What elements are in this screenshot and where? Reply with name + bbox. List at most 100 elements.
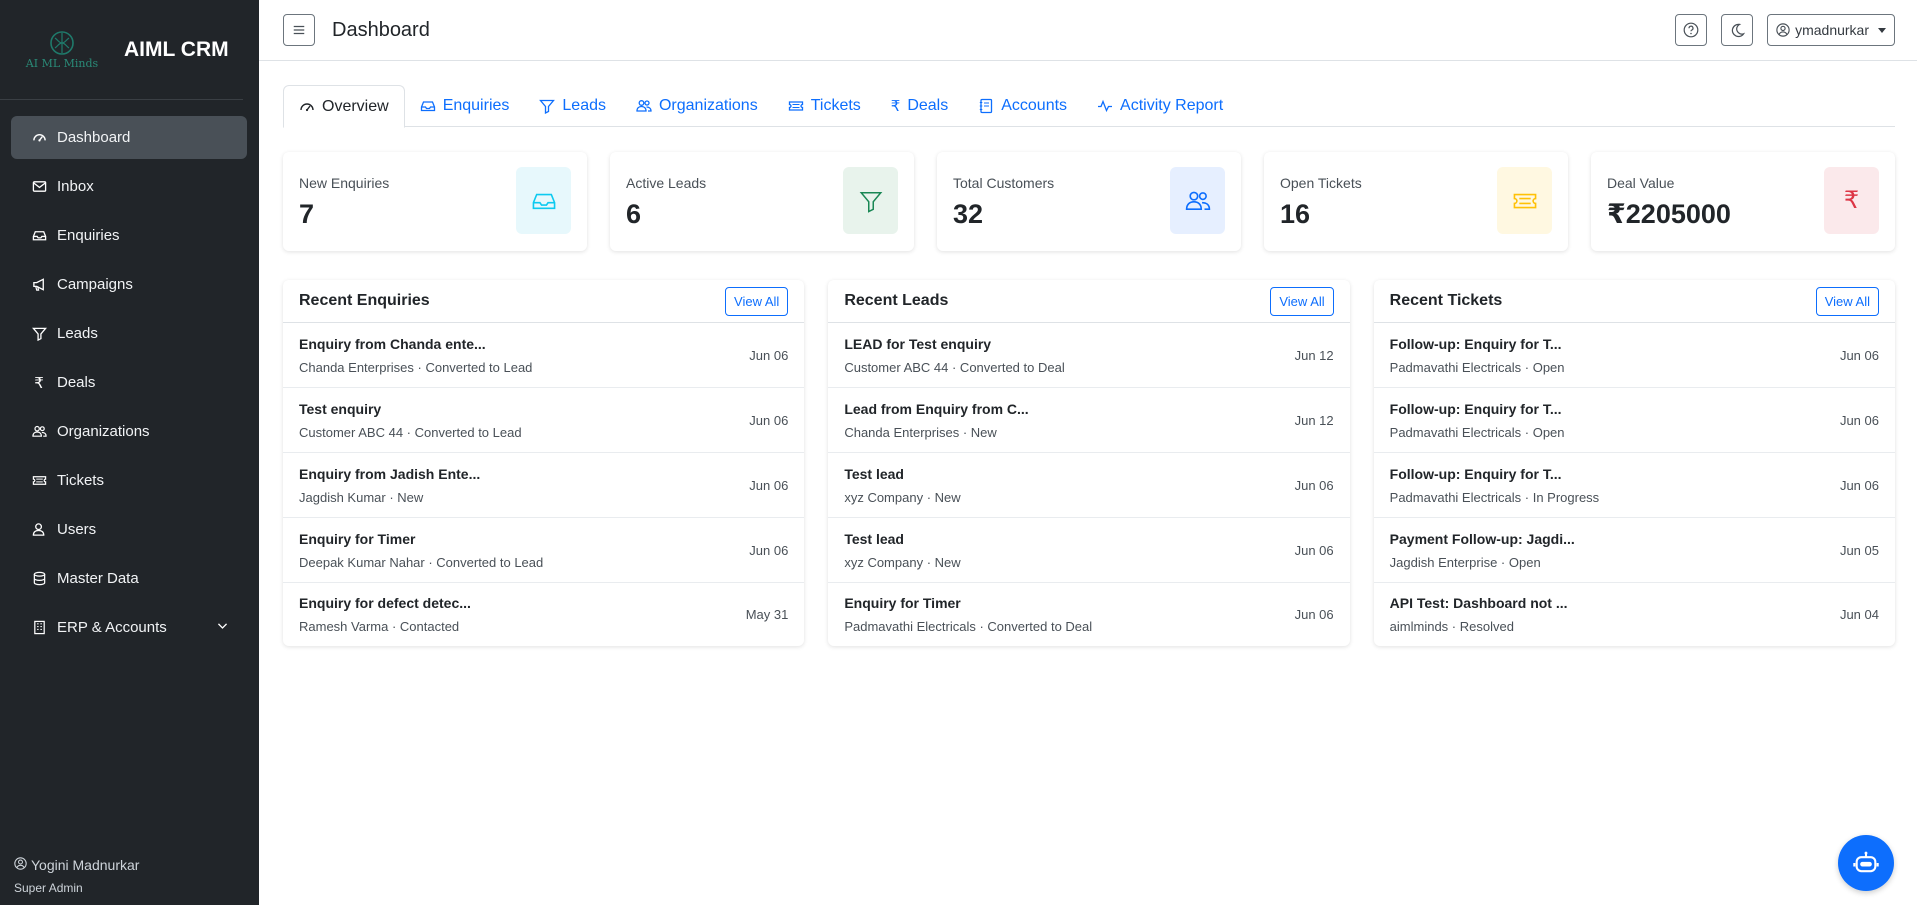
item-subtitle: Chanda Enterprises · New bbox=[844, 424, 997, 440]
user-circle-icon bbox=[1776, 23, 1790, 37]
stat-card-active-leads: Active Leads 6 bbox=[610, 152, 914, 251]
sidebar-item-label: Inbox bbox=[57, 178, 94, 195]
rupee-icon: ₹ bbox=[34, 374, 44, 392]
item-date: Jun 06 bbox=[1839, 347, 1879, 363]
item-date: Jun 06 bbox=[1839, 412, 1879, 428]
sidebar-item-label: Dashboard bbox=[57, 129, 131, 146]
sidebar-item-deals[interactable]: ₹ Deals bbox=[11, 361, 247, 404]
item-subtitle: Padmavathi Electricals · Open bbox=[1389, 359, 1565, 375]
item-subtitle: Chanda Enterprises · Converted to Lead bbox=[299, 359, 533, 375]
item-subtitle: Customer ABC 44 · Converted to Deal bbox=[844, 359, 1065, 375]
ticket-icon bbox=[788, 101, 803, 111]
item-title: Follow-up: Enquiry for T... bbox=[1389, 465, 1562, 482]
sidebar-item-enquiries[interactable]: Enquiries bbox=[11, 214, 247, 257]
item-title: Enquiry for Timer bbox=[299, 530, 416, 547]
funnel-icon bbox=[31, 326, 47, 342]
brand[interactable]: AI ML Minds AIML CRM bbox=[0, 0, 243, 100]
tab-enquiries[interactable]: Enquiries bbox=[405, 85, 525, 127]
database-icon bbox=[31, 571, 47, 587]
sidebar-item-label: Users bbox=[57, 521, 97, 538]
item-subtitle: Padmavathi Electricals · In Progress bbox=[1389, 489, 1600, 505]
list-item[interactable]: Test enquiry Customer ABC 44 · Converted … bbox=[283, 388, 805, 453]
sidebar: AI ML Minds AIML CRM Dashboard Inbox Enq… bbox=[0, 0, 259, 905]
item-subtitle: Customer ABC 44 · Converted to Lead bbox=[299, 424, 522, 440]
inbox-icon bbox=[31, 179, 47, 195]
item-date: Jun 12 bbox=[1294, 412, 1334, 428]
tab-tickets[interactable]: Tickets bbox=[773, 85, 876, 127]
username: ymadnurkar bbox=[1795, 22, 1869, 38]
tray-icon bbox=[516, 167, 571, 234]
list-item[interactable]: API Test: Dashboard not ... aimlminds · R… bbox=[1374, 583, 1895, 646]
tab-deals[interactable]: ₹ Deals bbox=[876, 85, 963, 127]
sidebar-item-inbox[interactable]: Inbox bbox=[11, 165, 247, 208]
app-name: AIML CRM bbox=[124, 37, 229, 61]
list-item[interactable]: Test lead xyz Company · New Jun 06 bbox=[828, 518, 1350, 583]
item-title: Enquiry for Timer bbox=[844, 595, 961, 611]
sidebar-item-dashboard[interactable]: Dashboard bbox=[11, 116, 247, 159]
sidebar-item-label: ERP & Accounts bbox=[57, 619, 167, 636]
user-menu-button[interactable]: ymadnurkar bbox=[1767, 14, 1895, 46]
view-all-button[interactable]: View All bbox=[1270, 286, 1334, 316]
people-icon bbox=[1170, 167, 1225, 234]
item-subtitle: Deepak Kumar Nahar · Converted to Lead bbox=[299, 554, 544, 570]
user-name: Yogini Madnurkar bbox=[31, 857, 140, 873]
list-item[interactable]: Enquiry for Timer Deepak Kumar Nahar · Co… bbox=[283, 518, 805, 583]
tab-label: Tickets bbox=[810, 97, 861, 114]
list-item[interactable]: Follow-up: Enquiry for T... Padmavathi El… bbox=[1373, 453, 1895, 518]
people-icon bbox=[31, 424, 47, 440]
tab-leads[interactable]: Leads bbox=[524, 85, 621, 127]
item-title: Enquiry from Jadish Ente... bbox=[299, 465, 481, 482]
funnel-icon bbox=[539, 99, 556, 114]
tab-overview[interactable]: Overview bbox=[283, 85, 405, 128]
item-title: Enquiry for defect detec... bbox=[299, 595, 471, 611]
sidebar-item-label: Master Data bbox=[57, 570, 139, 587]
item-date: Jun 06 bbox=[1839, 477, 1879, 493]
list-item[interactable]: Test lead xyz Company · New Jun 06 bbox=[828, 453, 1350, 518]
view-all-button[interactable]: View All bbox=[1815, 286, 1879, 316]
item-title: Follow-up: Enquiry for T... bbox=[1389, 335, 1562, 352]
recent-panels: Recent Enquiries View All Enquiry from C… bbox=[283, 280, 1895, 646]
sidebar-item-leads[interactable]: Leads bbox=[11, 312, 247, 355]
panel-title: Recent Enquiries bbox=[299, 292, 430, 309]
top-bar: Dashboard ymadnurkar bbox=[259, 0, 1917, 61]
sidebar-item-erp-accounts[interactable]: ERP & Accounts bbox=[11, 606, 247, 649]
stat-card-total-customers: Total Customers 32 bbox=[937, 152, 1241, 251]
sidebar-item-label: Tickets bbox=[57, 472, 104, 489]
sidebar-item-label: Leads bbox=[57, 325, 98, 342]
list-item[interactable]: Payment Follow-up: Jagdi... Jagdish Enter… bbox=[1373, 518, 1895, 583]
sidebar-item-users[interactable]: Users bbox=[11, 508, 247, 551]
item-subtitle: xyz Company · New bbox=[844, 554, 961, 570]
theme-toggle-button[interactable] bbox=[1721, 14, 1754, 46]
tab-activity-report[interactable]: Activity Report bbox=[1082, 85, 1238, 127]
sidebar-item-organizations[interactable]: Organizations bbox=[11, 410, 247, 453]
brain-icon bbox=[50, 30, 74, 55]
chevron-down-icon[interactable] bbox=[216, 619, 229, 636]
item-date: Jun 06 bbox=[1294, 542, 1334, 558]
list-item[interactable]: Lead from Enquiry from C... Chanda Enterp… bbox=[828, 388, 1350, 453]
sidebar-item-label: Organizations bbox=[57, 423, 150, 440]
rupee-icon: ₹ bbox=[890, 98, 901, 115]
list-item[interactable]: Enquiry from Chanda ente... Chanda Enterp… bbox=[283, 323, 805, 388]
view-all-button[interactable]: View All bbox=[725, 286, 789, 316]
tab-accounts[interactable]: Accounts bbox=[963, 85, 1082, 127]
help-button[interactable] bbox=[1675, 14, 1708, 46]
chatbot-button[interactable] bbox=[1838, 835, 1894, 891]
item-subtitle: Ramesh Varma · Contacted bbox=[299, 619, 460, 634]
list-item[interactable]: Follow-up: Enquiry for T... Padmavathi El… bbox=[1373, 323, 1895, 388]
activity-icon bbox=[1098, 99, 1113, 113]
sidebar-item-master-data[interactable]: Master Data bbox=[11, 557, 247, 600]
list-item[interactable]: Enquiry for Timer Padmavathi Electricals … bbox=[828, 583, 1349, 646]
list-item[interactable]: LEAD for Test enquiry Customer ABC 44 · C… bbox=[828, 323, 1350, 388]
sidebar-item-tickets[interactable]: Tickets bbox=[11, 459, 247, 502]
item-date: Jun 12 bbox=[1294, 347, 1334, 363]
sidebar-item-campaigns[interactable]: Campaigns bbox=[11, 263, 247, 306]
recent-leads-panel: Recent Leads View All LEAD for Test enqu… bbox=[828, 280, 1350, 646]
menu-toggle-button[interactable] bbox=[283, 14, 315, 46]
list-item[interactable]: Enquiry for defect detec... Ramesh Varma … bbox=[283, 583, 804, 646]
item-title: Follow-up: Enquiry for T... bbox=[1389, 400, 1562, 417]
list-item[interactable]: Follow-up: Enquiry for T... Padmavathi El… bbox=[1373, 388, 1895, 453]
item-subtitle: Jagdish Enterprise · Open bbox=[1389, 554, 1541, 570]
item-date: Jun 06 bbox=[749, 412, 789, 428]
tab-organizations[interactable]: Organizations bbox=[621, 85, 773, 127]
list-item[interactable]: Enquiry from Jadish Ente... Jagdish Kumar… bbox=[283, 453, 805, 518]
